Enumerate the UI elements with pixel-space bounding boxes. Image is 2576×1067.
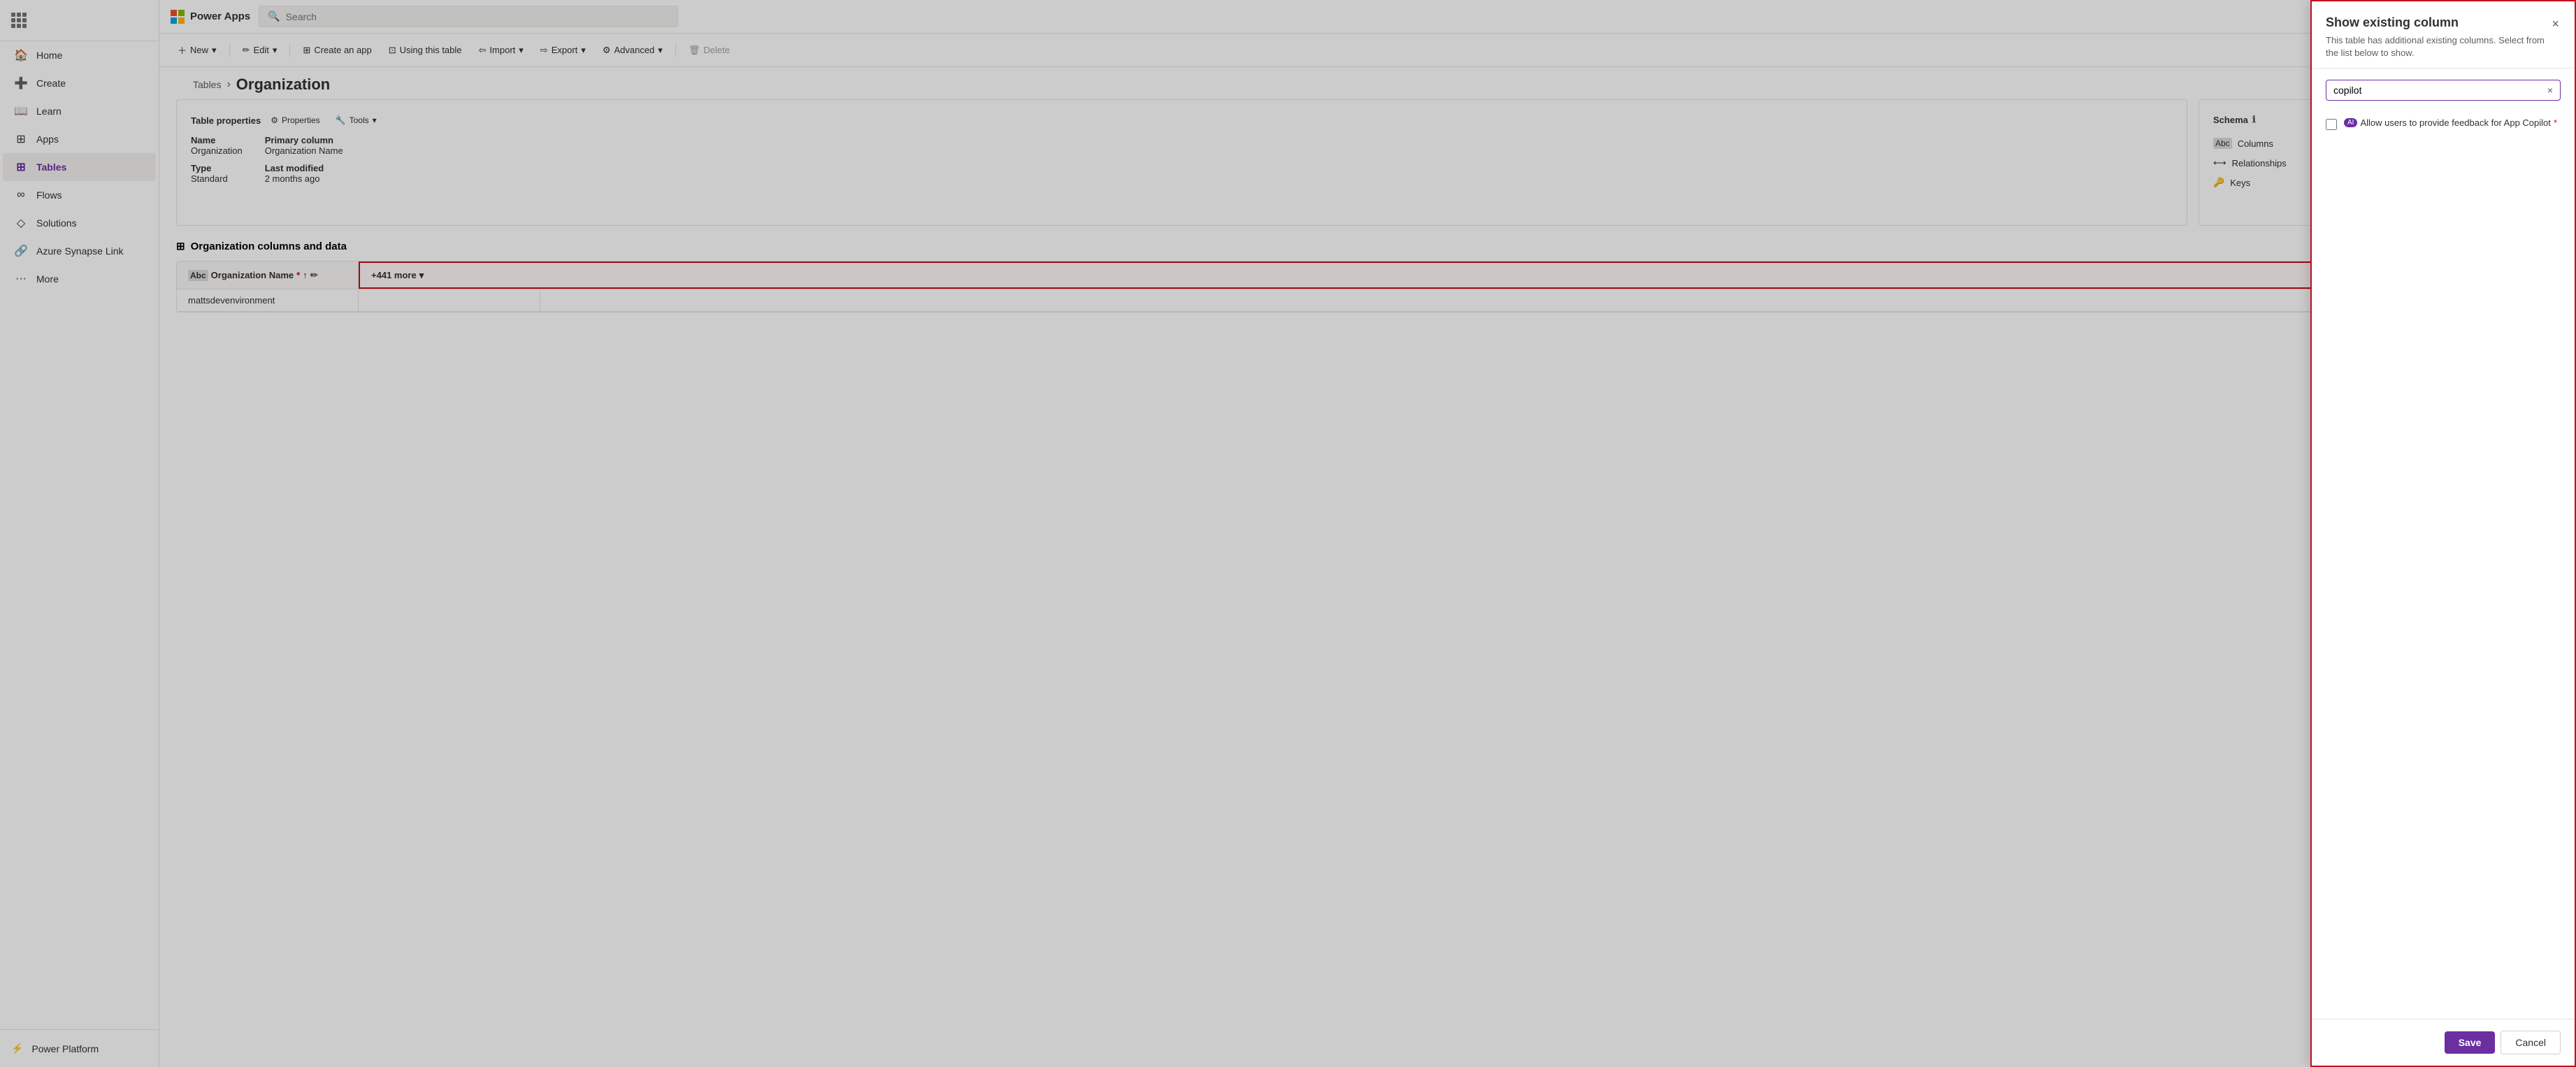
- column-checkbox-item-0: AI Allow users to provide feedback for A…: [2326, 112, 2561, 136]
- column-checkbox-label-0[interactable]: AI Allow users to provide feedback for A…: [2344, 117, 2557, 128]
- modal-header: Show existing column This table has addi…: [2312, 1, 2575, 69]
- modal-cancel-button[interactable]: Cancel: [2501, 1031, 2561, 1054]
- show-existing-column-modal: Show existing column This table has addi…: [2310, 0, 2576, 1067]
- modal-subtitle: This table has additional existing colum…: [2326, 34, 2550, 59]
- column-label-text: Allow users to provide feedback for App …: [2360, 117, 2550, 128]
- copilot-badge-icon: AI: [2344, 118, 2357, 127]
- modal-search-input[interactable]: [2333, 85, 2543, 96]
- modal-title: Show existing column: [2326, 15, 2550, 30]
- modal-close-button[interactable]: ×: [2550, 15, 2561, 33]
- modal-search-box[interactable]: ×: [2326, 80, 2561, 101]
- column-required-star: *: [2554, 117, 2557, 128]
- modal-footer: Save Cancel: [2312, 1019, 2575, 1066]
- modal-body: × AI Allow users to provide feedback for…: [2312, 69, 2575, 1019]
- modal-search-clear-button[interactable]: ×: [2547, 85, 2553, 96]
- column-checkbox-0[interactable]: [2326, 119, 2337, 130]
- modal-save-button[interactable]: Save: [2445, 1031, 2496, 1054]
- modal-backdrop: [0, 0, 2576, 1067]
